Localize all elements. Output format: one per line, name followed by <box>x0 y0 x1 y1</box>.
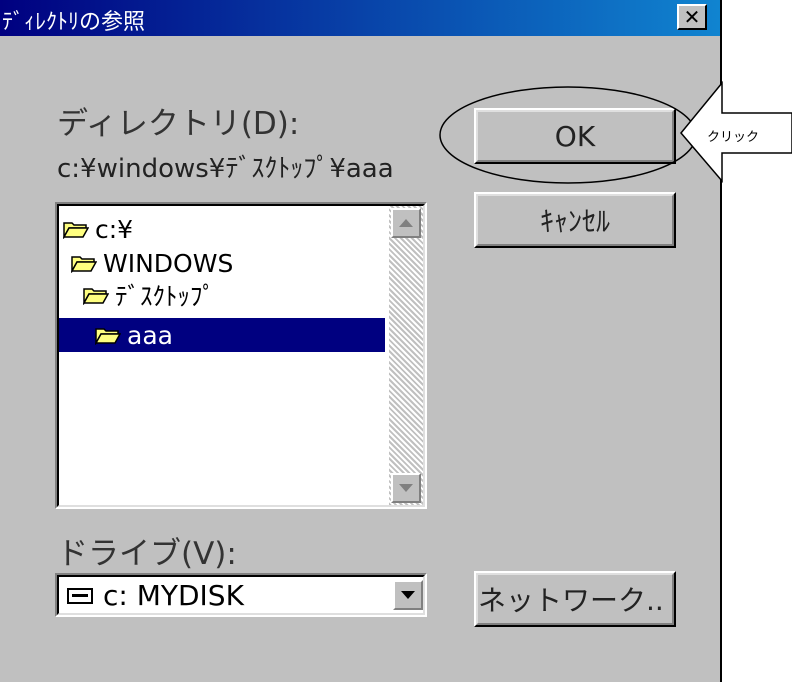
callout-label: クリック <box>707 130 760 145</box>
annotation-overlay <box>439 80 792 184</box>
highlight-ellipse <box>439 86 697 184</box>
